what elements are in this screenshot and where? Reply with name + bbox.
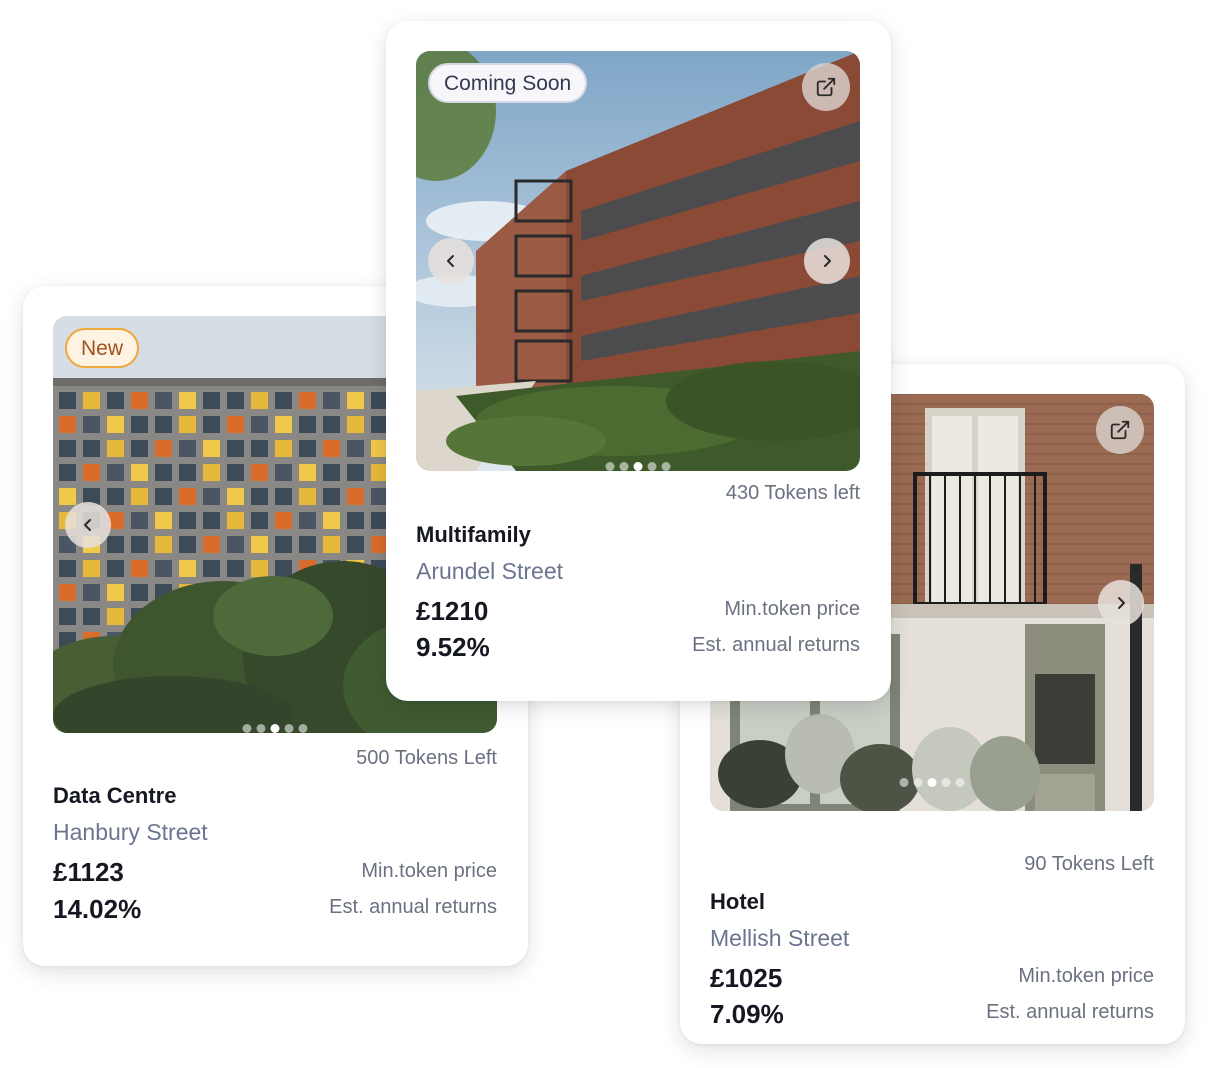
min-token-price-value: £1025: [710, 963, 783, 993]
property-street: Mellish Street: [710, 925, 850, 951]
min-token-price-label: Min.token price: [1018, 965, 1154, 987]
annual-return-label: Est. annual returns: [986, 1001, 1154, 1023]
chevron-left-icon: [447, 255, 454, 267]
property-type: Multifamily: [416, 522, 531, 547]
carousel-dot[interactable]: [242, 724, 252, 733]
carousel-dots: [605, 462, 671, 471]
carousel-dot-active[interactable]: [927, 778, 937, 787]
property-street: Hanbury Street: [53, 819, 208, 845]
carousel-dot[interactable]: [661, 462, 671, 471]
carousel-dot[interactable]: [298, 724, 308, 733]
external-link-icon: [816, 77, 836, 97]
carousel-prev-button[interactable]: [65, 501, 111, 548]
min-token-price-value: £1210: [416, 596, 489, 626]
annual-return-label: Est. annual returns: [692, 634, 860, 656]
min-token-price-label: Min.token price: [361, 860, 497, 882]
carousel-dot[interactable]: [647, 462, 657, 471]
chevron-right-icon: [824, 255, 831, 267]
carousel-dot[interactable]: [605, 462, 615, 471]
property-type: Hotel: [710, 889, 765, 914]
carousel-dot[interactable]: [955, 778, 965, 787]
carousel-dot[interactable]: [256, 724, 266, 733]
annual-return-value: 9.52%: [416, 632, 490, 662]
coming-soon-badge: Coming Soon: [428, 63, 588, 103]
min-token-price-label: Min.token price: [724, 598, 860, 620]
carousel-dot[interactable]: [913, 778, 923, 787]
external-link-button[interactable]: [1096, 406, 1144, 454]
carousel-dot[interactable]: [619, 462, 629, 471]
carousel-dot[interactable]: [941, 778, 951, 787]
annual-return-value: 7.09%: [710, 999, 784, 1029]
min-token-price-value: £1123: [53, 857, 124, 887]
tokens-left: 500 Tokens Left: [356, 747, 497, 769]
carousel-dots: [899, 778, 965, 787]
carousel-next-button[interactable]: [1098, 579, 1144, 626]
carousel-prev-button[interactable]: [428, 238, 474, 284]
property-type: Data Centre: [53, 783, 177, 808]
chevron-left-icon: [84, 518, 91, 531]
carousel-dot[interactable]: [284, 724, 294, 733]
external-link-icon: [1110, 420, 1130, 440]
carousel-dot-active[interactable]: [633, 462, 643, 471]
tokens-left: 430 Tokens left: [725, 482, 860, 504]
external-link-button[interactable]: [802, 63, 850, 111]
carousel-next-button[interactable]: [804, 238, 850, 284]
carousel-dot[interactable]: [899, 778, 909, 787]
carousel-dots: [242, 724, 308, 733]
new-badge: New: [65, 328, 140, 368]
annual-return-label: Est. annual returns: [329, 896, 497, 918]
property-street: Arundel Street: [416, 558, 564, 584]
tokens-left: 90 Tokens Left: [1024, 853, 1154, 875]
building-photo: [416, 51, 860, 471]
annual-return-value: 14.02%: [53, 894, 142, 924]
property-photo-carousel[interactable]: Coming Soon: [416, 51, 860, 471]
property-card-multifamily[interactable]: Coming Soon 430 Tokens left Multifamily …: [386, 21, 891, 701]
chevron-right-icon: [1118, 596, 1125, 609]
carousel-dot-active[interactable]: [270, 724, 280, 733]
